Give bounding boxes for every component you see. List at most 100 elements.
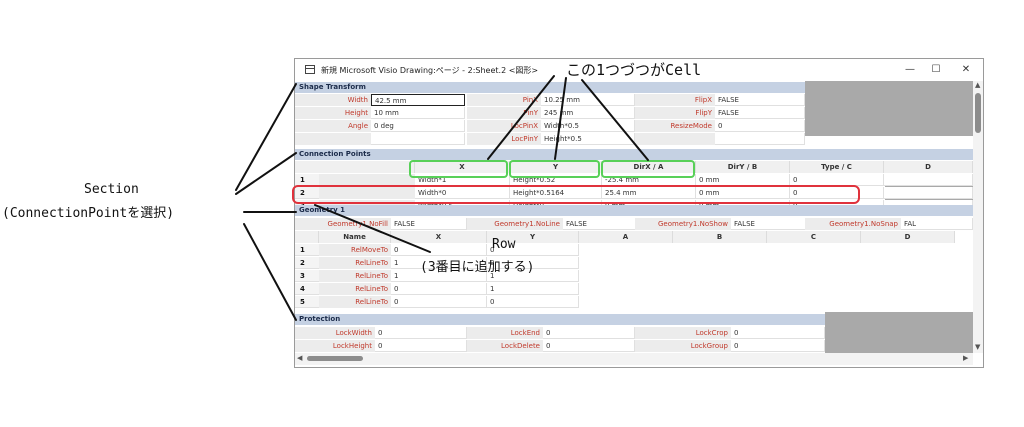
protection-label: LockCrop [635,327,731,339]
protection-value-cell[interactable]: 0 [731,340,825,352]
scroll-left-icon[interactable]: ◀ [297,354,302,362]
geometry-cell[interactable]: 0 [391,296,487,308]
section-pointer-line [235,152,297,195]
row-annotation: Row [492,237,516,252]
property-value-cell[interactable]: 245 mm [541,107,635,119]
protection-value-cell[interactable]: 0 [375,327,467,339]
property-value-cell[interactable]: 0 deg [371,120,465,132]
property-label: ResizeMode [635,120,715,132]
property-value-cell[interactable]: 10 mm [371,107,465,119]
geometry-cell[interactable]: 1 [487,283,579,295]
protection-value-cell[interactable]: 0 [731,327,825,339]
protection-label: LockEnd [467,327,543,339]
row-highlight [292,185,860,204]
protection-label: LockHeight [295,340,375,352]
protection-label: LockDelete [467,340,543,352]
geometry-property-label: Geometry1.NoLine [467,218,563,230]
geometry-property-label: Geometry1.NoSnap [805,218,901,230]
property-value-cell[interactable]: 10.25 mm [541,94,635,106]
row-type-label: RelLineTo [319,257,391,269]
property-label: FlipX [635,94,715,106]
column-header: A [579,231,673,243]
column-header: Type / C [790,161,884,173]
section-pointer-line [235,83,297,191]
geometry-property-value[interactable]: FALSE [563,218,639,230]
column-header: Name [319,231,391,243]
geometry-property-label: Geometry1.NoShow [635,218,731,230]
row-number[interactable]: 1 [295,244,319,256]
column-header: X [391,231,487,243]
minimize-button[interactable]: — [901,63,919,77]
scroll-up-icon[interactable]: ▲ [975,81,980,89]
property-label: LocPinY [467,133,541,145]
row-type-label: RelLineTo [319,283,391,295]
property-value-cell[interactable]: Height*0.5 [541,133,635,145]
property-value-cell[interactable]: 0 [715,120,805,132]
cell-annotation: この1つづつがCell [566,61,702,79]
section-pointer-line [243,223,297,321]
property-label: Width [295,94,371,106]
property-value-cell[interactable]: 42.5 mm [371,94,465,106]
close-button[interactable]: ✕ [957,63,975,77]
horizontal-scroll-thumb[interactable] [307,356,363,361]
section-protection[interactable]: Protection [295,314,825,325]
row-type-label: RelMoveTo [319,244,391,256]
property-label: PinY [467,107,541,119]
section-shape-transform[interactable]: Shape Transform [295,82,805,93]
empty-area [825,312,973,353]
property-value-cell[interactable] [371,133,465,145]
empty-area [805,81,973,136]
vertical-scrollbar[interactable]: ▲ ▼ [973,81,983,353]
shapesheet-window: 新規 Microsoft Visio Drawing:ページ - 2:Sheet… [294,58,984,368]
protection-label: LockWidth [295,327,375,339]
protection-label: LockGroup [635,340,731,352]
row-annotation-detail: (3番目に追加する) [420,260,535,275]
property-value-cell[interactable]: FALSE [715,94,805,106]
section-connection-points[interactable]: Connection Points [295,149,973,160]
vertical-scroll-thumb[interactable] [975,93,981,133]
property-label: FlipY [635,107,715,119]
column-header: D [861,231,955,243]
geometry-property-value[interactable]: FALSE [731,218,807,230]
property-label: Angle [295,120,371,132]
property-label [295,133,371,145]
geometry-cell[interactable]: 0 [391,244,487,256]
row-header-corner [295,161,415,173]
cell-highlight [509,160,600,178]
row-number[interactable]: 2 [295,257,319,269]
connection-point-cell[interactable] [884,187,973,199]
connection-point-cell[interactable] [884,174,973,186]
protection-value-cell[interactable]: 0 [543,340,635,352]
geometry-property-label: Geometry1.NoFill [295,218,391,230]
row-header-corner [295,231,319,243]
column-header: B [673,231,767,243]
property-value-cell[interactable]: Width*0.5 [541,120,635,132]
property-label: Height [295,107,371,119]
protection-value-cell[interactable]: 0 [543,327,635,339]
scroll-right-icon[interactable]: ▶ [963,354,968,362]
property-label: PinX [467,94,541,106]
row-number[interactable]: 4 [295,283,319,295]
row-number[interactable]: 5 [295,296,319,308]
column-header: D [884,161,973,173]
shapesheet-icon [305,65,315,74]
geometry-property-value[interactable]: FAL [901,218,973,230]
property-label [635,133,715,145]
row-type-label: RelLineTo [319,270,391,282]
scroll-down-icon[interactable]: ▼ [975,343,980,351]
window-title: 新規 Microsoft Visio Drawing:ページ - 2:Sheet… [321,66,539,75]
property-value-cell[interactable]: FALSE [715,107,805,119]
cell-highlight [601,160,695,178]
property-label: LocPinX [467,120,541,132]
column-header: C [767,231,861,243]
property-value-cell[interactable] [715,133,805,145]
section-geometry[interactable]: Geometry 1 [295,205,973,216]
section-annotation: Section [84,182,139,197]
maximize-button[interactable]: ☐ [927,63,945,77]
horizontal-scrollbar[interactable]: ◀ ▶ [295,353,973,365]
geometry-cell[interactable]: 0 [391,283,487,295]
geometry-cell[interactable]: 0 [487,296,579,308]
protection-value-cell[interactable]: 0 [375,340,467,352]
row-number[interactable]: 3 [295,270,319,282]
geometry-property-value[interactable]: FALSE [391,218,467,230]
